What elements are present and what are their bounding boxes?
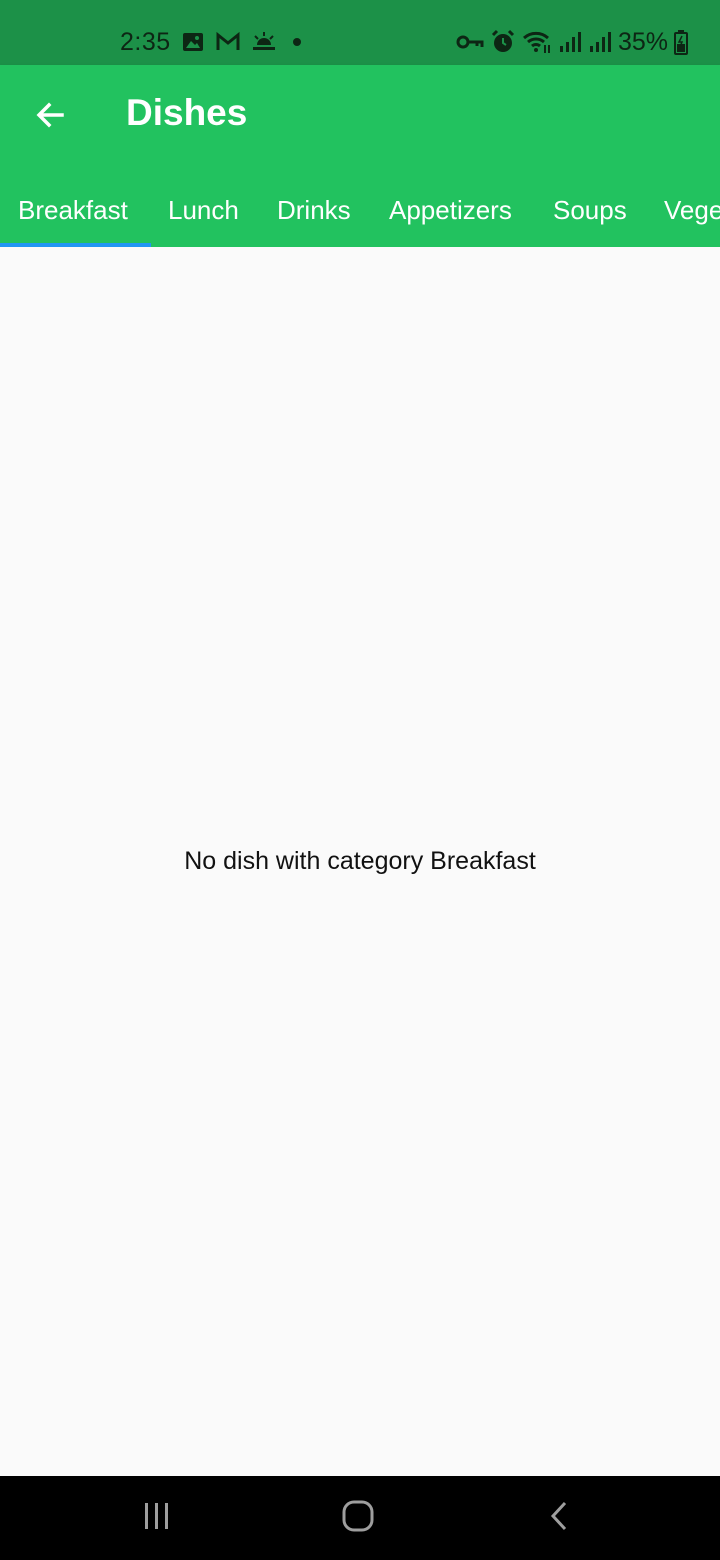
page-title: Dishes (126, 92, 248, 133)
recents-icon (141, 1500, 173, 1537)
status-right: 35% (456, 22, 688, 62)
nav-back-icon (546, 1500, 574, 1537)
vpn-key-icon (456, 30, 484, 54)
status-time: 2:35 (120, 27, 171, 56)
home-button[interactable] (328, 1490, 388, 1546)
tab-breakfast[interactable]: Breakfast (18, 173, 128, 247)
tab-appetizers[interactable]: Appetizers (389, 173, 512, 247)
signal-icon (588, 30, 612, 54)
tab-vegetables[interactable]: Vege (664, 173, 720, 247)
back-button[interactable] (22, 89, 78, 145)
gmail-icon (215, 30, 241, 54)
dish-list-content: No dish with category Breakfast (0, 247, 720, 1476)
app-bar: Dishes Breakfast Lunch Drinks Appetizers… (0, 65, 720, 247)
category-tabs: Breakfast Lunch Drinks Appetizers Soups … (0, 173, 720, 247)
battery-icon (674, 29, 688, 55)
status-left: 2:35 (120, 22, 307, 62)
weather-icon (251, 30, 277, 54)
status-bar: 2:35 35% (0, 0, 720, 65)
alarm-icon (490, 29, 516, 55)
tab-lunch[interactable]: Lunch (168, 173, 239, 247)
home-icon (341, 1499, 375, 1538)
empty-state-message: No dish with category Breakfast (184, 847, 536, 875)
arrow-back-icon (34, 99, 66, 136)
nav-back-button[interactable] (530, 1490, 590, 1546)
tab-drinks[interactable]: Drinks (277, 173, 351, 247)
system-nav-bar (0, 1476, 720, 1560)
battery-percent: 35% (617, 27, 668, 56)
dot-icon (287, 30, 307, 54)
recents-button[interactable] (127, 1490, 187, 1546)
tab-soups[interactable]: Soups (553, 173, 627, 247)
signal-icon (558, 30, 582, 54)
gallery-icon (181, 30, 205, 54)
wifi-icon (522, 29, 552, 55)
